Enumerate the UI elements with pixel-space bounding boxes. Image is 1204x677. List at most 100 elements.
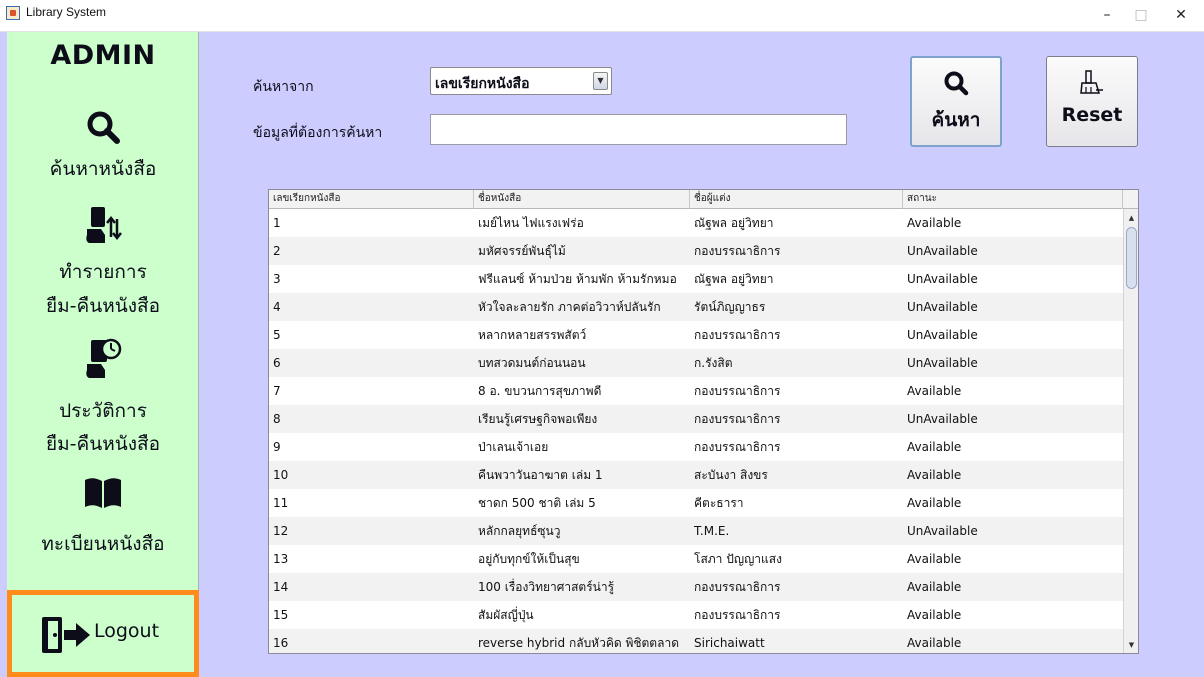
- table-scrollbar[interactable]: ▲ ▼: [1123, 209, 1138, 653]
- search-button[interactable]: ค้นหา: [910, 56, 1002, 147]
- cell-title: หลักกลยุทธ์ซุนวู: [478, 524, 561, 538]
- cell-status: Available: [907, 496, 962, 510]
- search-icon: [912, 70, 1000, 96]
- table-row[interactable]: 5 หลากหลายสรรพสัตว์ กองบรรณาธิการ UnAvailab…: [269, 321, 1123, 349]
- table-row[interactable]: 7 8 อ. ขบวนการสุขภาพดี กองบรรณาธิการ Availa…: [269, 377, 1123, 405]
- table-row[interactable]: 1 เมย์ไหน ไฟแรงเฟร่อ ณัฐพล อยู่วิทยา Availa…: [269, 209, 1123, 237]
- cell-call-number: 8: [273, 412, 281, 426]
- cell-call-number: 5: [273, 328, 281, 342]
- cell-call-number: 16: [273, 636, 289, 650]
- column-header-call-number[interactable]: เลขเรียกหนังสือ: [269, 190, 474, 209]
- cell-call-number: 9: [273, 440, 281, 454]
- table-header: เลขเรียกหนังสือ ชื่อหนังสือ ชื่อผู้แต่ง …: [269, 190, 1138, 209]
- table-row[interactable]: 10 คืนพวาวันอาฆาต เล่ม 1 สะบันงา สิงขร Avai…: [269, 461, 1123, 489]
- table-row[interactable]: 11 ชาดก 500 ชาติ เล่ม 5 คีตะธารา Available: [269, 489, 1123, 517]
- cell-call-number: 12: [273, 524, 289, 538]
- column-header-status[interactable]: สถานะ: [903, 190, 1123, 209]
- table-row[interactable]: 12 หลักกลยุทธ์ซุนวู T.M.E. UnAvailable: [269, 517, 1123, 545]
- nav-book-registry[interactable]: ทะเบียนหนังสือ: [7, 472, 199, 558]
- cell-title: หัวใจละลายรัก ภาคต่อวิวาห์ปลันรัก: [478, 300, 661, 314]
- minimize-button[interactable]: –: [1090, 4, 1124, 26]
- cell-title: มหัศจรรย์พันธุ์ไม้: [478, 244, 566, 258]
- table-row[interactable]: 6 บทสวดมนต์ก่อนนอน ก.รังสิต UnAvailable: [269, 349, 1123, 377]
- cell-title: อยู่กับทุกข์ให้เป็นสุข: [478, 552, 580, 566]
- library-window: Library System – □ ✕ ADMIN ค้นหาหนังสือ: [0, 0, 1204, 677]
- search-query-input[interactable]: [430, 114, 847, 145]
- table-row[interactable]: 13 อยู่กับทุกข์ให้เป็นสุข โสภา ปัญญาแสง Ava…: [269, 545, 1123, 573]
- scroll-thumb[interactable]: [1126, 227, 1137, 289]
- nav-history[interactable]: ประวัติการ ยืม-คืนหนังสือ: [7, 335, 199, 457]
- cell-status: UnAvailable: [907, 412, 978, 426]
- cell-call-number: 1: [273, 216, 281, 230]
- reset-button-label: Reset: [1061, 104, 1123, 126]
- cell-call-number: 7: [273, 384, 281, 398]
- cell-status: UnAvailable: [907, 524, 978, 538]
- cell-status: UnAvailable: [907, 300, 978, 314]
- cell-call-number: 6: [273, 356, 281, 370]
- scroll-up-icon[interactable]: ▲: [1126, 211, 1137, 225]
- cell-author: สะบันงา สิงขร: [694, 468, 768, 482]
- java-app-icon: [6, 6, 20, 20]
- cell-author: กองบรรณาธิการ: [694, 580, 781, 594]
- search-field-selected: เลขเรียกหนังสือ: [435, 76, 530, 92]
- book-history-icon: [7, 338, 199, 380]
- cell-author: กองบรรณาธิการ: [694, 328, 781, 342]
- close-button[interactable]: ✕: [1164, 4, 1198, 26]
- search-button-label: ค้นหา: [931, 109, 981, 131]
- nav-history-label-1: ประวัติการ: [59, 400, 147, 422]
- nav-search-books[interactable]: ค้นหาหนังสือ: [7, 104, 199, 186]
- cell-status: Available: [907, 384, 962, 398]
- scroll-down-icon[interactable]: ▼: [1126, 638, 1137, 652]
- cell-title: เมย์ไหน ไฟแรงเฟร่อ: [478, 216, 584, 230]
- cell-author: T.M.E.: [694, 524, 730, 538]
- cell-call-number: 11: [273, 496, 289, 510]
- search-icon: [7, 110, 199, 144]
- table-row[interactable]: 15 สัมผัสญี่ปุ่น กองบรรณาธิการ Available: [269, 601, 1123, 629]
- logout-icon: [40, 615, 92, 659]
- cell-status: Available: [907, 216, 962, 230]
- table-row[interactable]: 8 เรียนรู้เศรษฐกิจพอเพียง กองบรรณาธิการ UnA…: [269, 405, 1123, 433]
- reset-button[interactable]: Reset: [1046, 56, 1138, 147]
- cell-status: Available: [907, 468, 962, 482]
- table-row[interactable]: 2 มหัศจรรย์พันธุ์ไม้ กองบรรณาธิการ UnAvaila…: [269, 237, 1123, 265]
- column-header-title[interactable]: ชื่อหนังสือ: [474, 190, 690, 209]
- cell-author: โสภา ปัญญาแสง: [694, 552, 782, 566]
- cell-author: กองบรรณาธิการ: [694, 412, 781, 426]
- table-row[interactable]: 9 ป่าเลนเจ้าเอย กองบรรณาธิการ Available: [269, 433, 1123, 461]
- chevron-down-icon[interactable]: ▼: [593, 72, 608, 90]
- content-area: ADMIN ค้นหาหนังสือ ทำรายการ ยืม-คืนหนังส…: [0, 32, 1204, 677]
- nav-borrow-return[interactable]: ทำรายการ ยืม-คืนหนังสือ: [7, 202, 199, 322]
- cell-status: UnAvailable: [907, 272, 978, 286]
- search-field-select[interactable]: เลขเรียกหนังสือ ▼: [430, 67, 612, 95]
- maximize-button[interactable]: □: [1124, 4, 1158, 26]
- admin-title: ADMIN: [50, 40, 156, 71]
- cell-title: ชาดก 500 ชาติ เล่ม 5: [478, 496, 596, 510]
- table-row[interactable]: 14 100 เรื่องวิทยาศาสตร์น่ารู้ กองบรรณาธิก…: [269, 573, 1123, 601]
- cell-author: กองบรรณาธิการ: [694, 608, 781, 622]
- cell-call-number: 14: [273, 580, 289, 594]
- cell-title: 8 อ. ขบวนการสุขภาพดี: [478, 384, 602, 398]
- cell-author: กองบรรณาธิการ: [694, 440, 781, 454]
- logout-button[interactable]: Logout: [7, 590, 199, 677]
- table-row[interactable]: 3 ฟรีแลนซ์ ห้ามป่วย ห้ามพัก ห้ามรักหมอ ณัฐ…: [269, 265, 1123, 293]
- cell-title: บทสวดมนต์ก่อนนอน: [478, 356, 586, 370]
- cell-status: UnAvailable: [907, 328, 978, 342]
- cell-title: สัมผัสญี่ปุ่น: [478, 608, 534, 622]
- cell-author: กองบรรณาธิการ: [694, 244, 781, 258]
- cell-status: Available: [907, 440, 962, 454]
- nav-borrow-return-label-2: ยืม-คืนหนังสือ: [45, 295, 160, 317]
- cell-author: คีตะธารา: [694, 496, 744, 510]
- cell-title: ป่าเลนเจ้าเอย: [478, 440, 549, 454]
- cell-title: reverse hybrid กลับหัวคิด พิชิตตลาด: [478, 636, 679, 650]
- window-title: Library System: [26, 5, 107, 19]
- search-from-label: ค้นหาจาก: [253, 79, 314, 95]
- nav-search-books-label: ค้นหาหนังสือ: [49, 158, 157, 180]
- table-row[interactable]: 16 reverse hybrid กลับหัวคิด พิชิตตลาด Sir…: [269, 629, 1123, 653]
- cell-status: UnAvailable: [907, 356, 978, 370]
- column-header-author[interactable]: ชื่อผู้แต่ง: [690, 190, 903, 209]
- table-row[interactable]: 4 หัวใจละลายรัก ภาคต่อวิวาห์ปลันรัก รัตน์…: [269, 293, 1123, 321]
- nav-borrow-return-label-1: ทำรายการ: [59, 261, 147, 283]
- cell-status: Available: [907, 552, 962, 566]
- nav-book-registry-label: ทะเบียนหนังสือ: [41, 533, 165, 555]
- title-bar: Library System – □ ✕: [0, 0, 1204, 32]
